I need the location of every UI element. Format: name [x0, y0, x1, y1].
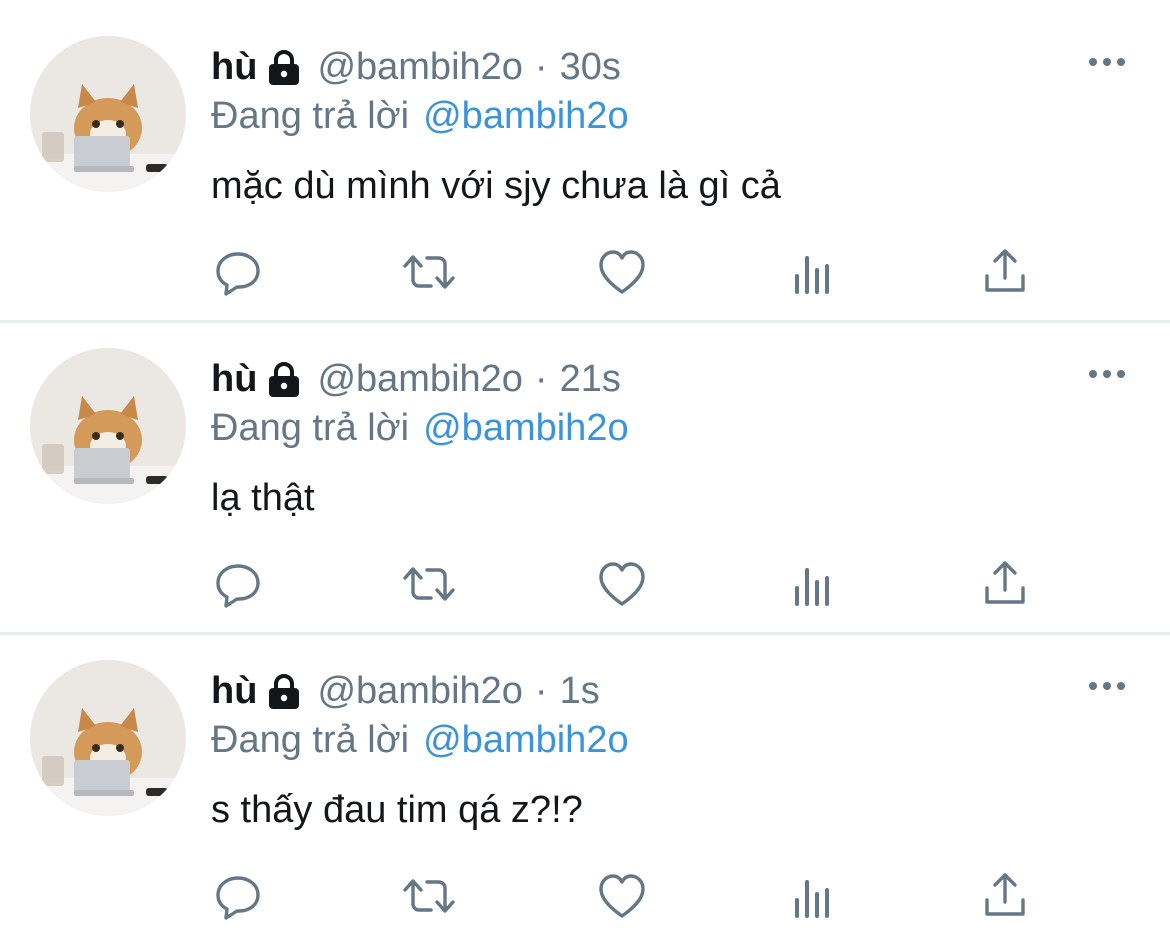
- replying-to-line: Đang trả lời @bambih2o: [211, 716, 629, 764]
- stats-icon[interactable]: [790, 558, 842, 610]
- tweet-text: lạ thật: [211, 477, 315, 519]
- replying-to-line: Đang trả lời @bambih2o: [211, 92, 629, 140]
- avatar[interactable]: [30, 348, 186, 504]
- user-handle[interactable]: @bambih2o: [317, 666, 522, 716]
- tweet-header: hù @bambih2o · 30s: [211, 42, 621, 92]
- tweet-actions: [0, 246, 1170, 298]
- tweet[interactable]: hù @bambih2o · 1s Đang trả lời @bambih2o …: [0, 624, 1170, 936]
- retweet-icon[interactable]: [401, 246, 455, 298]
- display-name[interactable]: hù: [211, 666, 257, 716]
- tweet-text: s thấy đau tim qá z?!?: [211, 789, 583, 831]
- reply-icon[interactable]: [212, 246, 264, 298]
- replying-mention-link[interactable]: @bambih2o: [423, 719, 628, 761]
- timestamp[interactable]: 1s: [560, 666, 600, 716]
- user-handle[interactable]: @bambih2o: [317, 354, 522, 404]
- share-icon[interactable]: [979, 558, 1031, 610]
- like-icon[interactable]: [596, 558, 648, 610]
- timestamp[interactable]: 21s: [560, 354, 621, 404]
- replying-prefix: Đang trả lời: [211, 95, 410, 137]
- tweet-text: mặc dù mình với sjy chưa là gì cả: [211, 165, 781, 207]
- separator-dot: ·: [534, 46, 548, 88]
- timestamp[interactable]: 30s: [560, 42, 621, 92]
- separator-dot: ·: [534, 670, 548, 712]
- reply-icon[interactable]: [212, 558, 264, 610]
- more-icon[interactable]: [1086, 676, 1128, 696]
- replying-mention-link[interactable]: @bambih2o: [423, 95, 628, 137]
- tweet-header: hù @bambih2o · 1s: [211, 666, 600, 716]
- tweet[interactable]: hù @bambih2o · 21s Đang trả lời @bambih2o…: [0, 312, 1170, 624]
- replying-to-line: Đang trả lời @bambih2o: [211, 404, 629, 452]
- retweet-icon[interactable]: [401, 870, 455, 922]
- display-name[interactable]: hù: [211, 354, 257, 404]
- stats-icon[interactable]: [790, 246, 842, 298]
- stats-icon[interactable]: [790, 870, 842, 922]
- separator-dot: ·: [534, 358, 548, 400]
- lock-icon: [267, 673, 301, 709]
- display-name[interactable]: hù: [211, 42, 257, 92]
- share-icon[interactable]: [979, 246, 1031, 298]
- tweet[interactable]: hù @bambih2o · 30s Đang trả lời @bambih2o…: [0, 0, 1170, 312]
- lock-icon: [267, 361, 301, 397]
- tweet-actions: [0, 558, 1170, 610]
- retweet-icon[interactable]: [401, 558, 455, 610]
- more-icon[interactable]: [1086, 52, 1128, 72]
- avatar[interactable]: [30, 36, 186, 192]
- replying-prefix: Đang trả lời: [211, 407, 410, 449]
- like-icon[interactable]: [596, 870, 648, 922]
- user-handle[interactable]: @bambih2o: [317, 42, 522, 92]
- more-icon[interactable]: [1086, 364, 1128, 384]
- tweet-actions: [0, 870, 1170, 922]
- avatar[interactable]: [30, 660, 186, 816]
- lock-icon: [267, 49, 301, 85]
- share-icon[interactable]: [979, 870, 1031, 922]
- reply-icon[interactable]: [212, 870, 264, 922]
- like-icon[interactable]: [596, 246, 648, 298]
- tweet-header: hù @bambih2o · 21s: [211, 354, 621, 404]
- replying-mention-link[interactable]: @bambih2o: [423, 407, 628, 449]
- replying-prefix: Đang trả lời: [211, 719, 410, 761]
